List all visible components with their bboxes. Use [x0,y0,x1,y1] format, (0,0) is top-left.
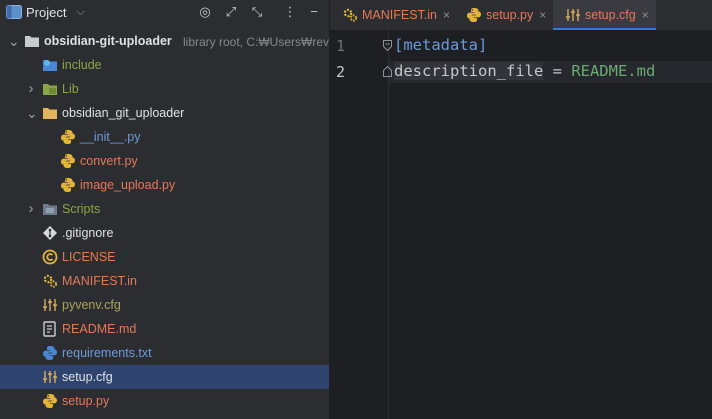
close-icon[interactable]: × [642,8,649,22]
tree-item-include[interactable]: include [0,53,329,77]
close-icon[interactable]: × [539,8,546,22]
tree-item-label: MANIFEST.in [62,274,138,288]
tree-item-setup-cfg[interactable]: setup.cfg [0,365,329,389]
tree-item-obsidian-git-uploader[interactable]: ⌄ obsidian_git_uploader [0,101,329,125]
tree-item-image-upload-py[interactable]: image_upload.py [0,173,329,197]
expand-arrow-icon[interactable]: ⌄ [8,34,20,48]
manifest-icon [42,273,58,289]
tree-item-scripts[interactable]: › Scripts [0,197,329,221]
config-icon [565,7,581,23]
hide-icon[interactable]: − [306,4,322,20]
tree-item-label: requirements.txt [62,346,152,360]
line-number: 1 [336,37,346,55]
tree-item-convert-py[interactable]: convert.py [0,149,329,173]
tree-item-label: setup.py [62,394,110,408]
tree-item-manifest-in[interactable]: MANIFEST.in [0,269,329,293]
ini-key: description_file [394,62,544,80]
folder-icon [24,33,40,49]
tree-item-label: image_upload.py [80,178,176,192]
chevron-down-icon[interactable]: ⌵ [76,6,84,19]
python-icon [60,153,76,169]
tab-setup-cfg[interactable]: setup.cfg × [553,0,656,30]
scripts-folder-icon [42,201,58,217]
python-icon [60,129,76,145]
project-view-icon[interactable] [6,5,22,19]
project-panel: Project ⌵ ◎ ⤢ ⤡ ⋮ − ⌄ obsidian-git-upload… [0,0,329,419]
project-header: Project ⌵ ◎ ⤢ ⤡ ⋮ − [0,0,329,24]
config-icon [42,297,58,313]
ini-equals: = [543,62,572,80]
markdown-icon [42,321,58,337]
tree-item-label: convert.py [80,154,138,168]
tree-item-meta: library root, C:₩Users₩revi1- [183,35,329,49]
tree-item-readme-md[interactable]: README.md [0,317,329,341]
lib-folder-icon [42,81,58,97]
python-icon [42,393,58,409]
code-line-2[interactable]: description_file = README.md [394,62,655,80]
python-icon [60,177,76,193]
tree-item-lib[interactable]: › Lib [0,77,329,101]
python-requirements-icon [42,345,58,361]
collapse-arrow-icon[interactable]: › [26,81,36,96]
line-number-gutter: 1 2 [330,30,389,419]
editor-tabs: MANIFEST.in × setup.py × setup.cfg × [330,0,712,31]
git-icon [42,225,58,241]
tree-item-license[interactable]: LICENSE [0,245,329,269]
tree-item-init-py[interactable]: __init__.py [0,125,329,149]
close-icon[interactable]: × [443,8,450,22]
copyright-icon [42,249,58,265]
options-icon[interactable]: ⋮ [282,4,298,20]
expand-arrow-icon[interactable]: ⌄ [26,106,38,120]
line-number: 2 [336,63,346,81]
package-folder-icon [42,105,58,121]
tree-item-label: Lib [62,82,79,96]
tree-item-label: Scripts [62,202,101,216]
tree-item-label: __init__.py [80,130,141,144]
manifest-icon [342,7,358,23]
tree-item-label: README.md [62,322,137,336]
tree-item-label: obsidian-git-uploader [44,34,172,48]
tree-item-pyvenv-cfg[interactable]: pyvenv.cfg [0,293,329,317]
tab-manifest-in[interactable]: MANIFEST.in × [330,0,453,30]
fold-end-icon[interactable] [383,66,392,77]
collapse-arrow-icon[interactable]: › [26,201,36,216]
python-icon [466,7,482,23]
tab-label: setup.cfg [585,8,636,22]
project-title[interactable]: Project [26,5,66,20]
ini-section: [metadata] [394,36,488,54]
expand-all-icon[interactable]: ⤢ [223,4,239,20]
tree-item-requirements-txt[interactable]: requirements.txt [0,341,329,365]
tree-item-label: LICENSE [62,250,116,264]
tree-item-label: pyvenv.cfg [62,298,121,312]
tree-item-label: obsidian_git_uploader [62,106,185,120]
editor-area: MANIFEST.in × setup.py × setup.cfg × 1 2 [met… [330,0,712,419]
fold-marker-icon[interactable] [383,40,392,51]
locate-file-icon[interactable]: ◎ [197,4,213,20]
collapse-all-icon[interactable]: ⤡ [249,4,265,20]
tree-item-label: .gitignore [62,226,114,240]
code-line-1[interactable]: [metadata] [394,36,487,54]
tab-label: setup.py [486,8,534,22]
tree-item-setup-py[interactable]: setup.py [0,389,329,413]
config-icon [42,369,58,385]
tree-item-label: setup.cfg [62,370,113,384]
tree-item-obsidian-git-uploader[interactable]: ⌄ obsidian-git-uploader library root, C:₩U… [0,29,329,53]
tab-setup-py[interactable]: setup.py × [454,0,553,30]
tree-item-label: include [62,58,102,72]
ini-value: README.md [571,62,656,80]
include-folder-icon [42,57,58,73]
tab-label: MANIFEST.in [362,8,438,22]
tree-item-gitignore[interactable]: .gitignore [0,221,329,245]
